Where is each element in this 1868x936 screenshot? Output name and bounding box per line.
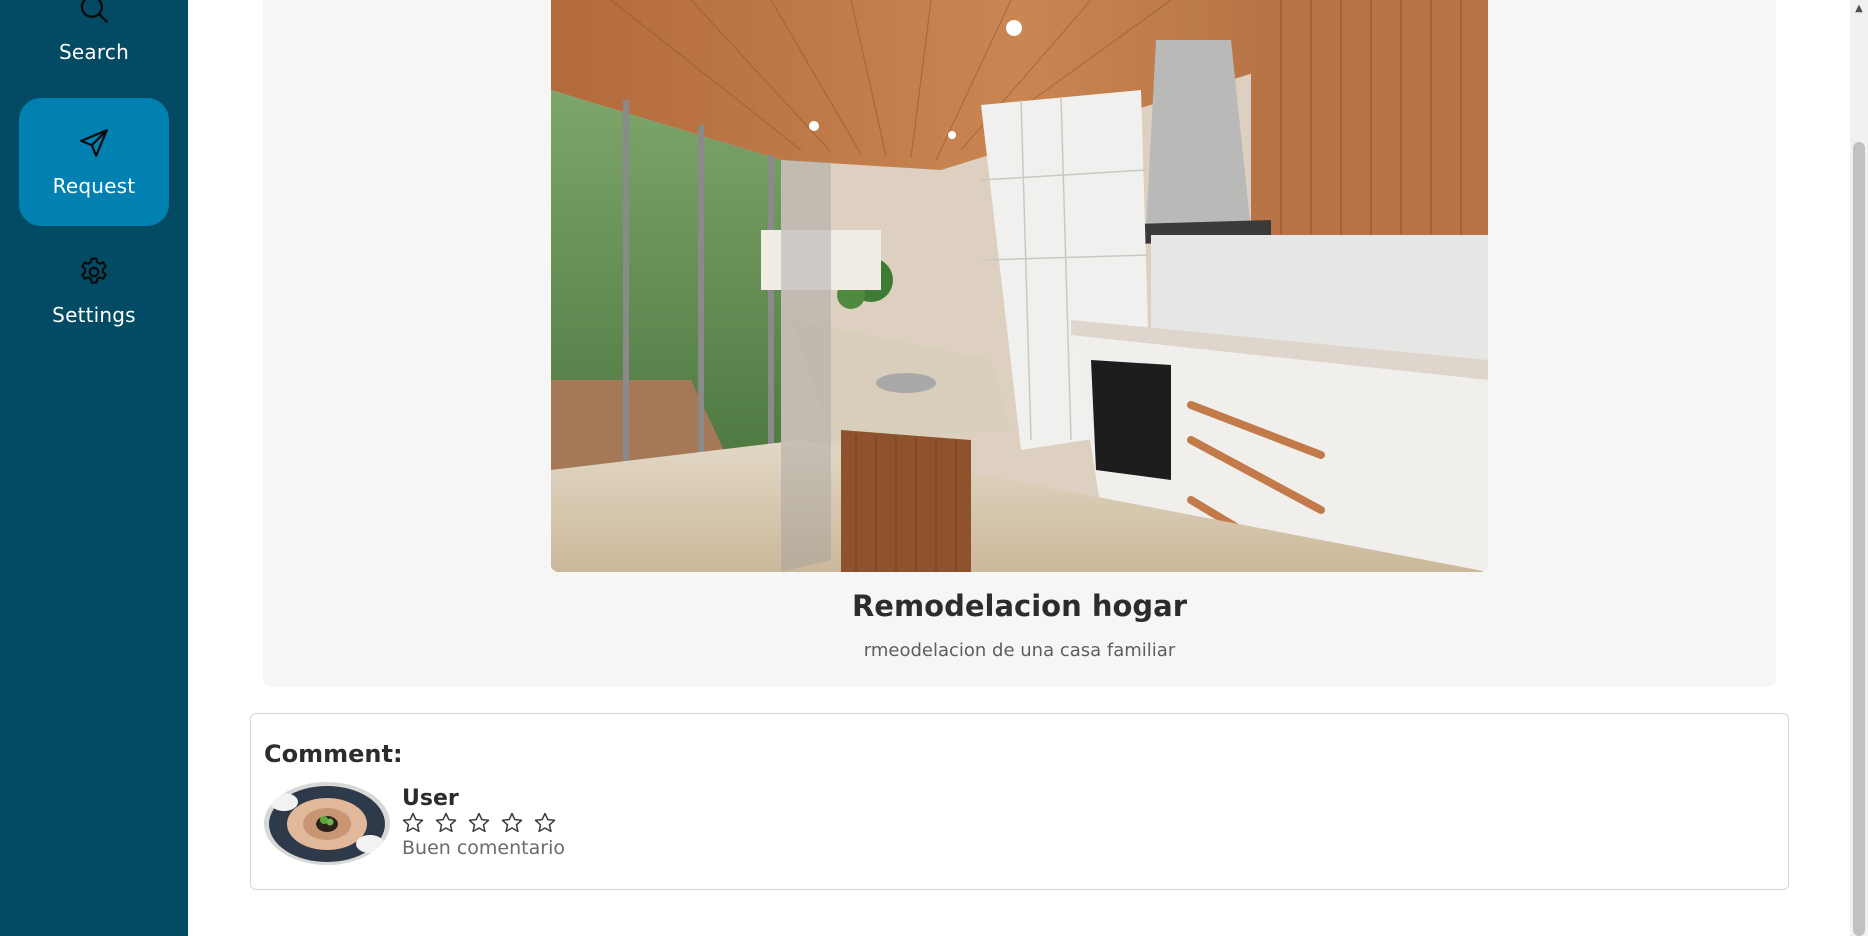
sidebar: Search Request Settings bbox=[0, 0, 188, 936]
comment-text: Buen comentario bbox=[402, 837, 565, 859]
comment-user-name: User bbox=[402, 786, 459, 811]
star-icon[interactable] bbox=[533, 811, 557, 835]
star-icon[interactable] bbox=[401, 811, 425, 835]
sidebar-item-request[interactable]: Request bbox=[19, 98, 169, 226]
comment-heading: Comment: bbox=[264, 740, 403, 768]
post-title: Remodelacion hogar bbox=[851, 589, 1188, 623]
gear-icon bbox=[81, 257, 107, 284]
search-icon bbox=[80, 0, 108, 23]
sidebar-item-label: Settings bbox=[52, 303, 136, 327]
sidebar-item-label: Request bbox=[52, 174, 136, 198]
post-description: rmeodelacion de una casa familiar bbox=[863, 640, 1176, 661]
scroll-up-icon[interactable]: ▲ bbox=[1850, 0, 1868, 16]
send-icon bbox=[80, 129, 108, 157]
kitchen-photo bbox=[551, 0, 1488, 572]
scrollbar[interactable]: ▲ bbox=[1850, 0, 1868, 936]
scrollbar-thumb[interactable] bbox=[1853, 142, 1865, 936]
sidebar-item-label: Search bbox=[59, 40, 129, 64]
star-icon[interactable] bbox=[434, 811, 458, 835]
post-card: Remodelacion hogar rmeodelacion de una c… bbox=[263, 0, 1776, 687]
star-rating[interactable] bbox=[401, 811, 557, 835]
star-icon[interactable] bbox=[467, 811, 491, 835]
comment-section: Comment: User Buen comentario bbox=[250, 713, 1789, 890]
sidebar-item-search[interactable]: Search bbox=[19, 0, 169, 92]
avatar bbox=[264, 782, 390, 865]
star-icon[interactable] bbox=[500, 811, 524, 835]
sidebar-item-settings[interactable]: Settings bbox=[19, 227, 169, 355]
